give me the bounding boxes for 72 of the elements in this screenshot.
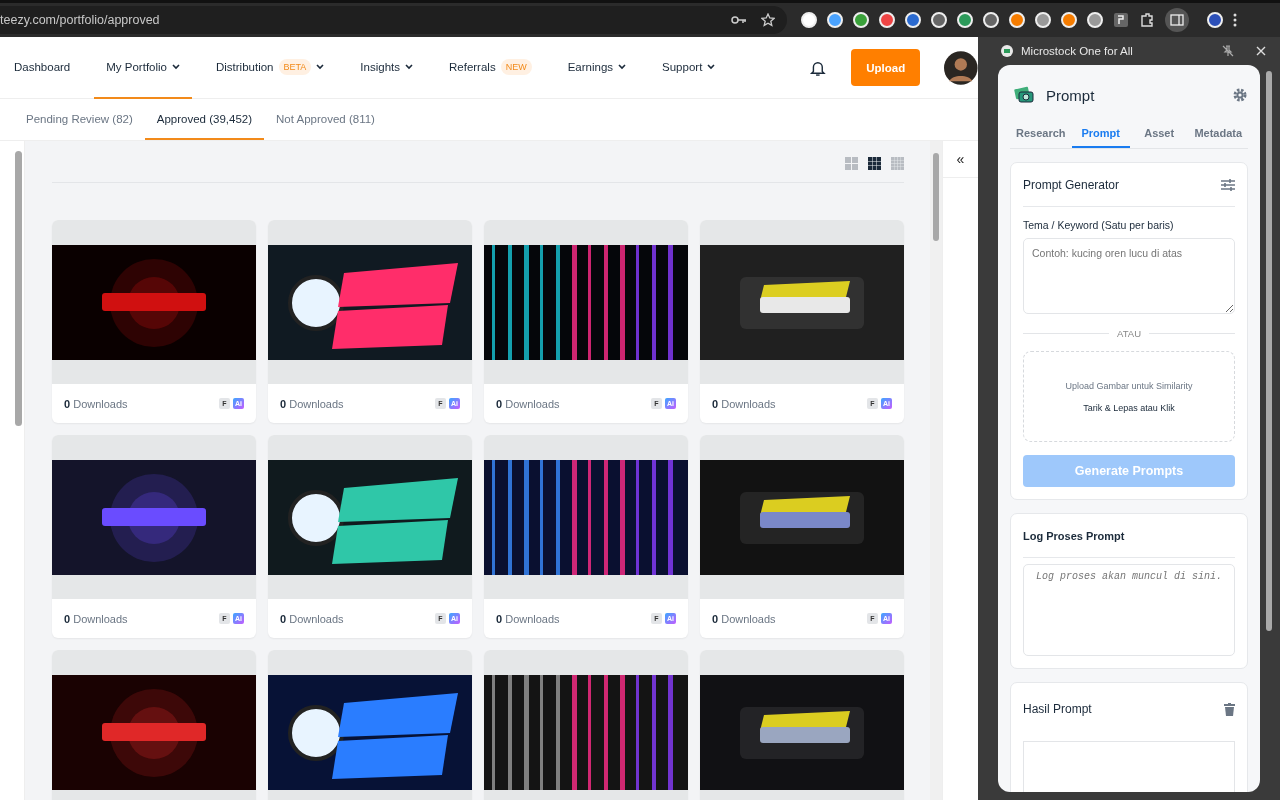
download-count: 0 Downloads: [64, 397, 128, 410]
extension-icon[interactable]: [957, 12, 973, 28]
extension-logo-icon: [1001, 45, 1013, 57]
close-icon[interactable]: [1256, 46, 1266, 56]
nav-item[interactable]: Referrals NEW: [437, 36, 544, 99]
asset-card[interactable]: [268, 650, 472, 800]
address-bar[interactable]: teezy.com/portfolio/approved: [0, 6, 787, 34]
portfolio-tab[interactable]: Pending Review (82): [14, 99, 145, 140]
nav-item[interactable]: Earnings: [555, 36, 639, 99]
grid-view-icon[interactable]: [868, 157, 881, 170]
keyword-field[interactable]: Contoh: kucing oren lucu di atas: [1023, 238, 1236, 314]
trash-icon[interactable]: [1224, 702, 1236, 716]
download-count: 0 Downloads: [280, 397, 344, 410]
separator-label: ATAU: [1117, 328, 1141, 339]
asset-card[interactable]: [484, 650, 688, 800]
extension-icon[interactable]: [1087, 12, 1103, 28]
section-title: Prompt Generator: [1023, 177, 1120, 192]
menu-icon[interactable]: [1233, 13, 1237, 27]
sliders-icon[interactable]: [1221, 178, 1236, 191]
url-text: teezy.com/portfolio/approved: [0, 13, 161, 27]
section-title: Hasil Prompt: [1023, 702, 1092, 716]
nav-item[interactable]: Distribution BETA: [204, 36, 337, 99]
extension-icon[interactable]: [801, 12, 817, 28]
download-count: 0 Downloads: [712, 397, 776, 410]
asset-card[interactable]: [52, 650, 256, 800]
download-count: 0 Downloads: [64, 612, 128, 625]
log-field[interactable]: Log proses akan muncul di sini.: [1023, 564, 1236, 656]
extension-icon[interactable]: [1113, 12, 1129, 28]
profile-avatar[interactable]: [1207, 12, 1223, 28]
portfolio-tab[interactable]: Not Approved (811): [264, 99, 387, 140]
download-count: 0 Downloads: [496, 397, 560, 410]
scrollbar-thumb[interactable]: [933, 153, 939, 241]
nav-badge: NEW: [500, 58, 532, 75]
key-icon[interactable]: [731, 14, 747, 26]
scrollbar-thumb[interactable]: [1266, 71, 1273, 631]
panel-tab[interactable]: Prompt: [1071, 119, 1130, 148]
extension-icon[interactable]: [1035, 12, 1051, 28]
download-count: 0 Downloads: [712, 612, 776, 625]
upload-dropzone[interactable]: Upload Gambar untuk Similarity Tarik & Lepas atau Klik: [1023, 351, 1236, 442]
panel-heading: Prompt: [1046, 86, 1096, 104]
unpin-icon[interactable]: [1222, 45, 1234, 57]
asset-card[interactable]: [700, 650, 904, 800]
field-label: Tema / Keyword (Satu per baris): [1023, 219, 1175, 231]
settings-icon[interactable]: [1232, 87, 1249, 103]
extension-icon[interactable]: [827, 12, 843, 28]
download-count: 0 Downloads: [496, 612, 560, 625]
nav-item[interactable]: Dashboard: [2, 36, 83, 99]
panel-tab[interactable]: Research: [1010, 119, 1072, 148]
scrollbar-thumb[interactable]: [15, 151, 22, 426]
extension-icon[interactable]: [1009, 12, 1025, 28]
side-panel-button[interactable]: [1165, 8, 1189, 32]
side-panel-icon: [1170, 14, 1184, 26]
extension-icon[interactable]: [853, 12, 869, 28]
extension-icon[interactable]: [879, 12, 895, 28]
user-avatar[interactable]: [944, 48, 978, 87]
puzzle-icon[interactable]: [1139, 12, 1155, 28]
dropzone-hint: Tarik & Lepas atau Klik: [1083, 402, 1175, 413]
nav-item[interactable]: Insights: [348, 36, 425, 99]
section-title: Log Proses Prompt: [1023, 529, 1125, 542]
nav-item[interactable]: Support: [650, 36, 728, 99]
panel-title: Microstock One for All: [1021, 45, 1134, 57]
download-count: 0 Downloads: [280, 612, 344, 625]
extension-icon[interactable]: [1061, 12, 1077, 28]
extension-icon[interactable]: [983, 12, 999, 28]
extension-icon[interactable]: [905, 12, 921, 28]
star-icon[interactable]: [761, 13, 775, 27]
nav-item[interactable]: My Portfolio: [94, 36, 192, 99]
dropzone-title: Upload Gambar untuk Similarity: [1065, 380, 1193, 391]
extension-icon[interactable]: [931, 12, 947, 28]
nav-badge: BETA: [278, 58, 312, 75]
panel-tab[interactable]: Asset: [1129, 119, 1189, 148]
panel-tab[interactable]: Metadata: [1188, 119, 1249, 148]
